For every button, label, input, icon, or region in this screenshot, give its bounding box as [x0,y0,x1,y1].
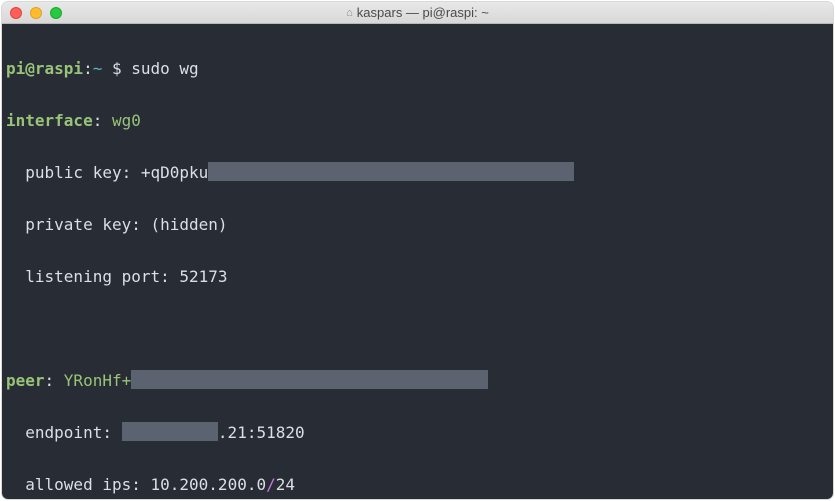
colon: : [93,111,112,130]
maximize-icon[interactable] [50,7,62,19]
allowed-ips-label: allowed ips [25,475,131,494]
endpoint-line: endpoint: .21:51820 [6,420,829,446]
prompt-dollar: $ [102,59,131,78]
allowed-ips-prefix: 10.200.200.0 [151,475,267,494]
public-key-label: public key [25,163,121,182]
peer-line: peer: YRonHf+ [6,368,829,394]
window-title-wrap: ⌂ kaspars — pi@raspi: ~ [2,5,833,20]
close-icon[interactable] [10,7,22,19]
prompt-sep: : [83,59,93,78]
interface-name: wg0 [112,111,141,130]
allowed-ips-slash: / [266,475,276,494]
private-key-label: private key [25,215,131,234]
allowed-ips-line: allowed ips: 10.200.200.0/24 [6,472,829,498]
public-key-line: public key: +qD0pku [6,160,829,186]
listening-port-line: listening port: 52173 [6,264,829,290]
peer-name-prefix: YRonHf+ [64,371,131,390]
terminal-window: ⌂ kaspars — pi@raspi: ~ pi@raspi:~ $ sud… [2,2,833,499]
peer-name-redacted [131,370,487,389]
endpoint-label: endpoint [25,423,102,442]
traffic-lights [10,7,62,19]
titlebar[interactable]: ⌂ kaspars — pi@raspi: ~ [2,2,833,24]
blank-line [6,316,829,342]
home-icon: ⌂ [346,7,353,19]
interface-label: interface [6,111,93,130]
listening-port-label: listening port [25,267,160,286]
interface-line: interface: wg0 [6,108,829,134]
endpoint-redacted [122,422,218,441]
prompt-path: ~ [93,59,103,78]
prompt-userhost: pi@raspi [6,59,83,78]
private-key-value: (hidden) [151,215,228,234]
peer-label: peer [6,371,45,390]
minimize-icon[interactable] [30,7,42,19]
terminal-output[interactable]: pi@raspi:~ $ sudo wg interface: wg0 publ… [2,24,833,499]
endpoint-suffix: .21:51820 [218,423,305,442]
window-title: kaspars — pi@raspi: ~ [357,5,489,20]
public-key-redacted [208,162,574,181]
allowed-ips-suffix: 24 [276,475,295,494]
private-key-line: private key: (hidden) [6,212,829,238]
listening-port-value: 52173 [179,267,227,286]
public-key-prefix: +qD0pku [141,163,208,182]
prompt-command: sudo wg [131,59,198,78]
prompt-line: pi@raspi:~ $ sudo wg [6,56,829,82]
